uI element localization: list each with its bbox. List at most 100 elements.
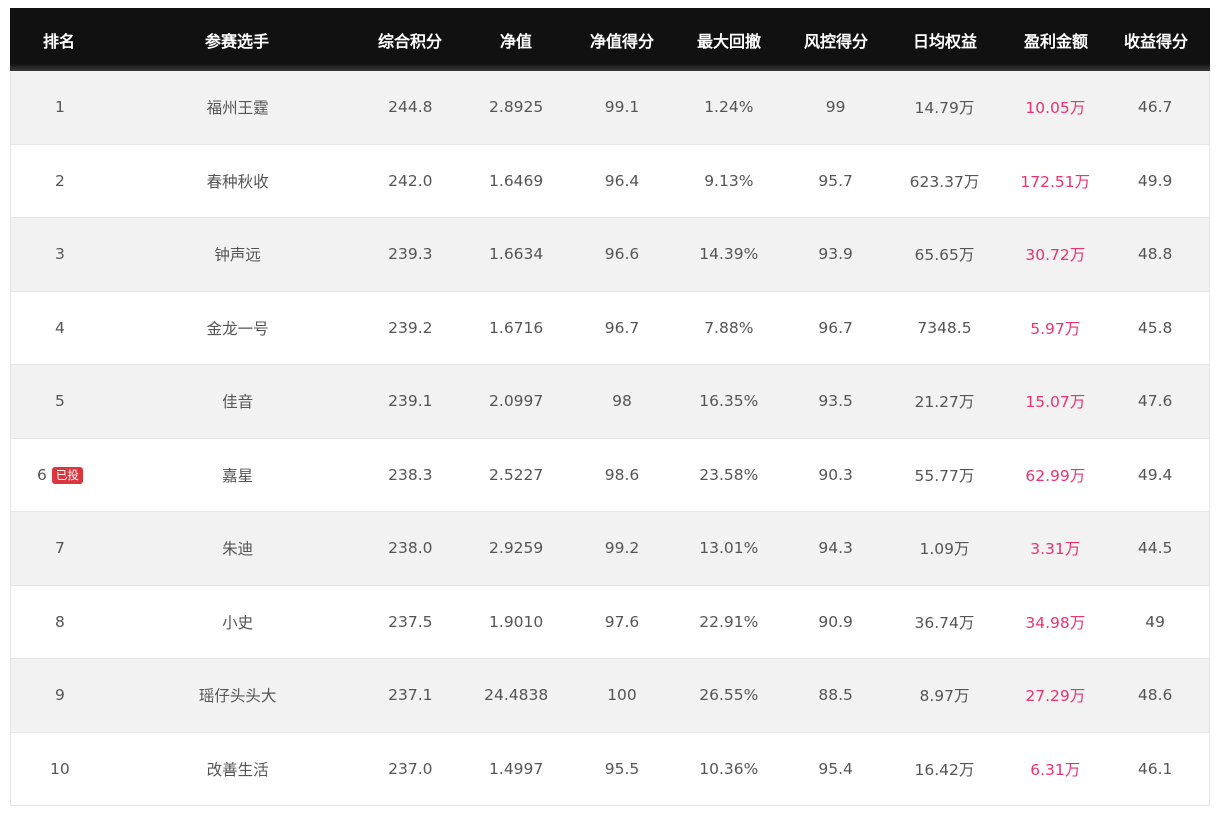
return-score: 48.6 (1137, 686, 1173, 705)
nav-value: 1.6716 (489, 318, 544, 337)
invested-badge: 已投 (51, 466, 83, 484)
nav-value: 1.6634 (489, 245, 544, 264)
rank-cell: 2 (11, 172, 109, 190)
profit-amount: 15.07万 (1025, 393, 1086, 412)
return-score: 49 (1145, 612, 1165, 631)
rank-cell: 7 (11, 539, 109, 557)
rank-number: 7 (54, 539, 65, 558)
return-score: 46.7 (1137, 98, 1173, 117)
player-name: 朱迪 (222, 540, 254, 559)
nav-value: 2.9259 (489, 539, 544, 558)
risk-score: 90.9 (818, 612, 853, 631)
header-player: 参赛选手 (204, 31, 269, 51)
daily-equity: 55.77万 (914, 466, 975, 485)
risk-score: 95.4 (818, 759, 853, 778)
rank-number: 4 (54, 318, 65, 337)
table-row: 5 佳音 239.1 2.0997 98 16.35% 93.5 21.27万 … (11, 365, 1209, 439)
nav-score: 96.6 (604, 245, 640, 264)
total-score: 238.3 (388, 465, 433, 484)
max-drawdown: 16.35% (699, 392, 759, 411)
table-row: 9 瑶仔头头大 237.1 24.4838 100 26.55% 88.5 8.… (11, 659, 1209, 733)
risk-score: 96.7 (818, 318, 853, 337)
total-score: 237.5 (388, 612, 433, 631)
table-header: 排名 参赛选手 综合积分 净值 净值得分 最大回撤 风控得分 日均权益 盈利金额… (10, 8, 1210, 71)
nav-value: 2.5227 (489, 465, 544, 484)
daily-equity: 16.42万 (914, 760, 975, 779)
risk-score: 93.9 (818, 245, 853, 264)
header-max-drawdown: 最大回撤 (696, 31, 761, 51)
max-drawdown: 22.91% (699, 612, 759, 631)
profit-amount: 3.31万 (1030, 540, 1081, 559)
daily-equity: 21.27万 (914, 393, 975, 412)
nav-value: 24.4838 (484, 686, 549, 705)
daily-equity: 1.09万 (919, 540, 970, 559)
header-nav-score: 净值得分 (589, 31, 654, 51)
return-score: 47.6 (1137, 392, 1173, 411)
nav-score: 98 (612, 392, 632, 411)
rank-number: 3 (54, 245, 65, 264)
return-score: 46.1 (1137, 759, 1173, 778)
player-name: 改善生活 (206, 760, 269, 779)
profit-amount: 62.99万 (1025, 466, 1086, 485)
profit-amount: 30.72万 (1025, 246, 1086, 265)
table-body: 1 福州王霆 244.8 2.8925 99.1 1.24% 99 14.79万… (10, 71, 1210, 806)
total-score: 238.0 (388, 539, 433, 558)
max-drawdown: 7.88% (704, 318, 754, 337)
nav-score: 95.5 (604, 759, 640, 778)
header-profit: 盈利金额 (1023, 31, 1088, 51)
player-name: 小史 (222, 613, 254, 632)
total-score: 239.3 (388, 245, 433, 264)
rank-number: 2 (54, 171, 65, 190)
daily-equity: 14.79万 (914, 99, 975, 118)
total-score: 239.1 (388, 392, 433, 411)
table-row: 8 小史 237.5 1.9010 97.6 22.91% 90.9 36.74… (11, 585, 1209, 659)
rank-cell: 1 (11, 98, 109, 116)
table-row: 10 改善生活 237.0 1.4997 95.5 10.36% 95.4 16… (11, 732, 1209, 806)
rank-cell: 9 (11, 686, 109, 704)
daily-equity: 623.37万 (909, 172, 980, 191)
risk-score: 94.3 (818, 539, 853, 558)
header-nav: 净值 (499, 31, 532, 51)
max-drawdown: 1.24% (704, 98, 754, 117)
nav-score: 96.4 (604, 171, 640, 190)
max-drawdown: 13.01% (699, 539, 759, 558)
header-return-score: 收益得分 (1123, 31, 1188, 51)
player-name: 金龙一号 (206, 319, 269, 338)
total-score: 237.1 (388, 686, 433, 705)
risk-score: 88.5 (818, 686, 853, 705)
player-name: 春种秋收 (206, 172, 269, 191)
daily-equity: 65.65万 (914, 246, 975, 265)
max-drawdown: 10.36% (699, 759, 759, 778)
total-score: 244.8 (388, 98, 433, 117)
player-name: 瑶仔头头大 (198, 687, 277, 706)
player-name: 嘉星 (222, 466, 254, 485)
table-row: 7 朱迪 238.0 2.9259 99.2 13.01% 94.3 1.09万… (11, 512, 1209, 586)
max-drawdown: 14.39% (699, 245, 759, 264)
table-row: 3 钟声远 239.3 1.6634 96.6 14.39% 93.9 65.6… (11, 218, 1209, 292)
return-score: 48.8 (1137, 245, 1173, 264)
nav-score: 100 (607, 686, 637, 705)
total-score: 239.2 (388, 318, 433, 337)
rank-number: 9 (54, 686, 65, 705)
nav-score: 97.6 (604, 612, 640, 631)
header-total-score: 综合积分 (377, 31, 442, 51)
table-row: 4 金龙一号 239.2 1.6716 96.7 7.88% 96.7 7348… (11, 291, 1209, 365)
rank-cell: 3 (11, 245, 109, 263)
total-score: 242.0 (388, 171, 433, 190)
nav-score: 98.6 (604, 465, 640, 484)
nav-value: 1.9010 (489, 612, 544, 631)
nav-score: 96.7 (604, 318, 640, 337)
rank-cell: 6 已投 (11, 466, 109, 484)
return-score: 44.5 (1137, 539, 1173, 558)
nav-value: 1.6469 (489, 171, 544, 190)
profit-amount: 172.51万 (1020, 172, 1091, 191)
max-drawdown: 23.58% (699, 465, 759, 484)
risk-score: 99 (825, 98, 846, 117)
daily-equity: 7348.5 (917, 318, 972, 337)
rank-cell: 4 (11, 319, 109, 337)
nav-score: 99.2 (604, 539, 640, 558)
rank-cell: 5 (11, 392, 109, 410)
table-row: 1 福州王霆 244.8 2.8925 99.1 1.24% 99 14.79万… (11, 71, 1209, 145)
header-daily-equity: 日均权益 (912, 31, 977, 51)
header-rank: 排名 (42, 31, 75, 51)
